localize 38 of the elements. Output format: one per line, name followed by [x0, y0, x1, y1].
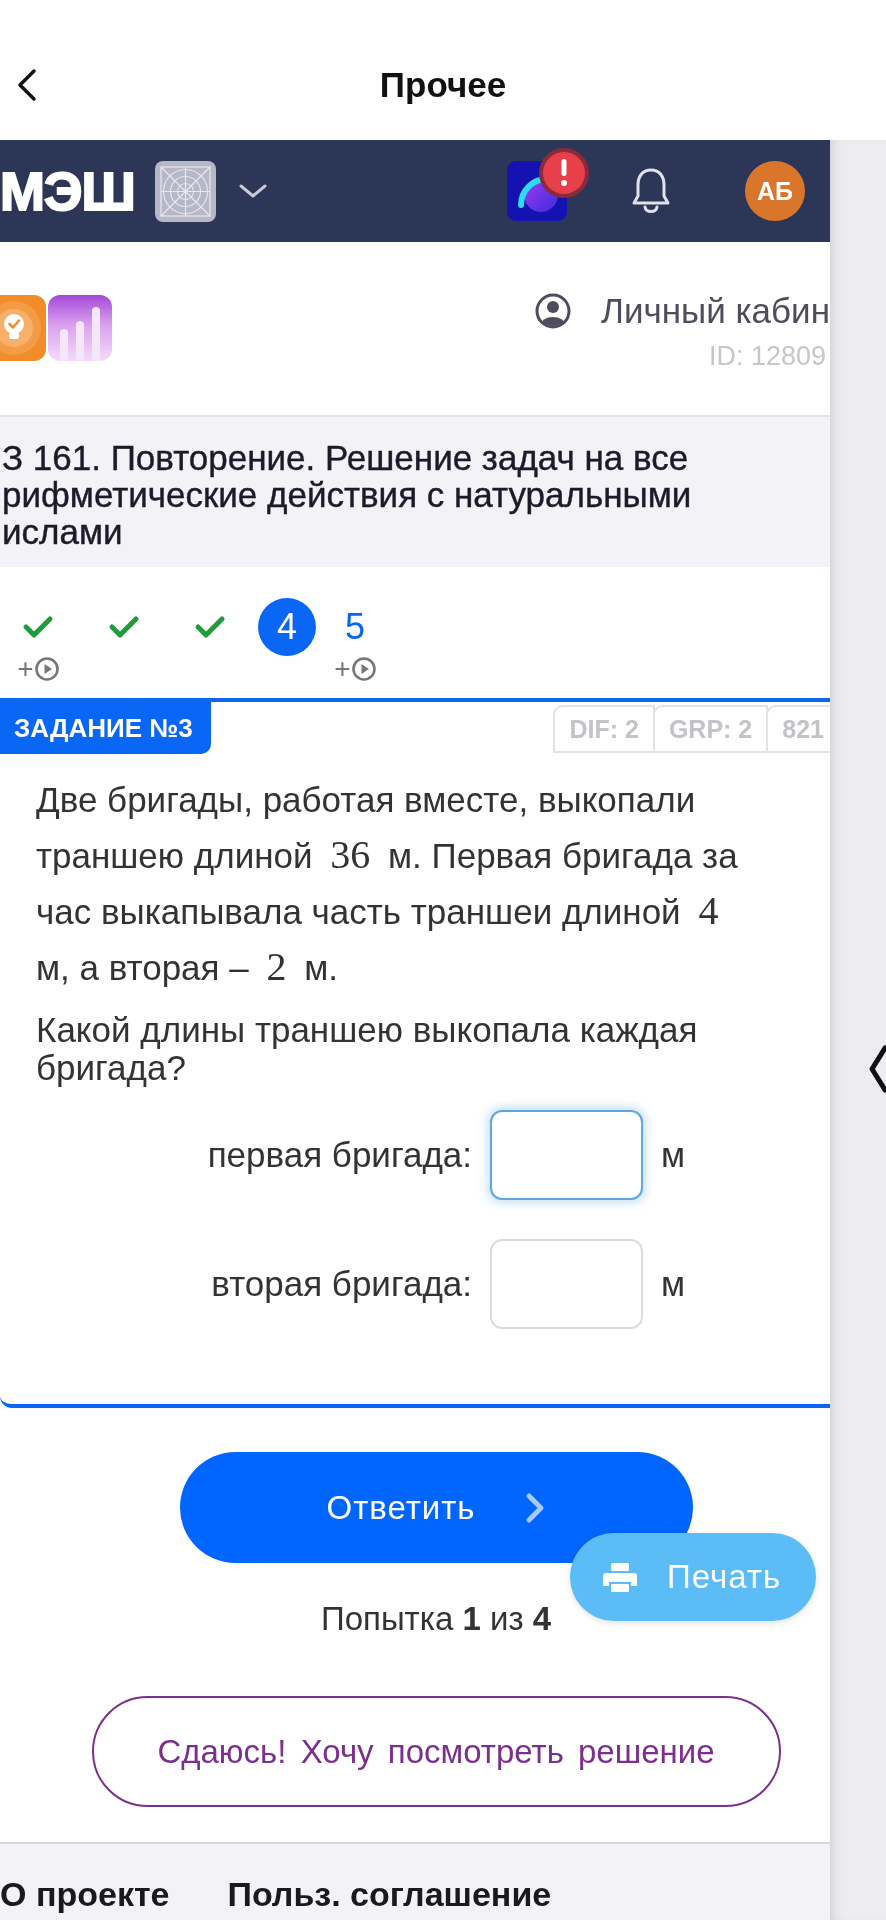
answer-label: вторая бригада:: [211, 1264, 472, 1304]
profile-link[interactable]: Личный кабин: [601, 291, 830, 331]
step-button[interactable]: 5: [326, 598, 384, 656]
lesson-title: З 161. Повторение. Решение задач на все рифметические действия с натуральными ислами: [2, 439, 692, 550]
footer-link[interactable]: О проекте: [0, 1874, 170, 1920]
footer-link[interactable]: Польз. соглашение: [227, 1874, 552, 1920]
attempt-counter: Попытка 1 из 4: [320, 1600, 552, 1638]
answer-input[interactable]: [490, 1110, 643, 1200]
problem-text: Две бригады, работая вместе, выкопали траншею длиной 36 м. Первая бригада за час выкапывала часть траншеи длиной 4 м, а вторая – 2 м.: [36, 779, 739, 991]
check-icon[interactable]: [108, 615, 140, 639]
submit-button[interactable]: Ответить: [179, 1452, 693, 1563]
plus-sign: +: [334, 656, 351, 682]
plus-sign: +: [17, 656, 34, 682]
give-up-button[interactable]: Сдаюсь! Хочу посмотреть решение: [91, 1696, 781, 1807]
question-text: Какой длины траншею выкопала каждая бригада?: [36, 1011, 699, 1087]
unit-label: м: [661, 1135, 686, 1175]
answer-label: первая бригада:: [207, 1135, 472, 1175]
task-badge: ЗАДАНИЕ №3: [0, 702, 211, 754]
nav-title: Прочее: [379, 65, 507, 105]
brand-name: МЭШ: [0, 164, 135, 218]
meta-tag: GRP: 2: [652, 705, 769, 753]
bar-chart-app-icon[interactable]: [48, 295, 112, 361]
emblem-icon[interactable]: [154, 160, 216, 222]
check-icon[interactable]: [22, 615, 54, 639]
user-icon: [535, 293, 571, 329]
unit-label: м: [661, 1264, 686, 1304]
printer-icon: [603, 1562, 637, 1592]
avatar-button[interactable]: АБ: [745, 161, 805, 221]
chevron-down-icon[interactable]: [237, 183, 268, 199]
play-circle-icon: [34, 657, 59, 681]
meta-tag: DIF: 2: [553, 705, 655, 753]
chevron-left-icon[interactable]: [868, 1045, 886, 1093]
user-id: ID: 12809: [708, 341, 827, 372]
play-circle-icon: [351, 657, 376, 681]
bell-icon[interactable]: [630, 166, 672, 216]
check-icon[interactable]: [194, 615, 226, 639]
step-button[interactable]: 4: [258, 598, 316, 656]
lightbulb-app-icon[interactable]: [0, 295, 47, 361]
